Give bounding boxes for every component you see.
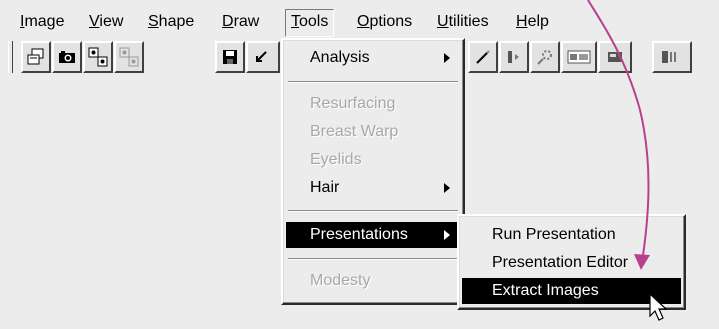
menu-item-resurfacing: Resurfacing xyxy=(310,95,396,112)
camera-button[interactable] xyxy=(52,41,82,73)
stamp-button[interactable] xyxy=(530,41,560,73)
split-view-button[interactable] xyxy=(499,41,529,73)
undo-button[interactable] xyxy=(246,41,280,73)
pen-icon xyxy=(476,50,490,64)
presentations-submenu: Run Presentation Presentation Editor Ext… xyxy=(457,214,686,310)
menu-item-hair[interactable]: Hair xyxy=(286,175,460,201)
toolbar-grip[interactable] xyxy=(8,41,13,73)
panel-button[interactable] xyxy=(652,41,692,73)
menu-options[interactable]: Options xyxy=(352,10,417,36)
menu-view[interactable]: View xyxy=(84,10,128,36)
menu-item-breast-warp: Breast Warp xyxy=(310,123,399,140)
menu-item-extract-images[interactable]: Extract Images xyxy=(462,278,681,304)
menu-help[interactable]: Help xyxy=(511,10,554,36)
menu-draw[interactable]: Draw xyxy=(217,10,264,36)
submenu-arrow-icon xyxy=(444,53,450,63)
stamp-icon xyxy=(537,50,552,65)
menu-bar: Image View Shape Draw Tools Options Util… xyxy=(0,0,719,38)
menu-separator xyxy=(288,210,458,212)
menu-separator xyxy=(288,81,458,83)
menu-utilities[interactable]: Utilities xyxy=(432,10,494,36)
menu-separator xyxy=(288,258,458,260)
text-label-icon xyxy=(567,50,591,64)
save-button[interactable] xyxy=(215,41,245,73)
menu-tools[interactable]: Tools xyxy=(285,9,335,37)
pen-button[interactable] xyxy=(468,41,498,73)
text-label-button[interactable] xyxy=(561,41,597,73)
window-icon xyxy=(27,48,44,65)
select-box-icon xyxy=(608,52,622,62)
window-button[interactable] xyxy=(21,41,51,73)
image-compare-disabled-icon xyxy=(119,47,139,67)
tools-menu: Analysis Resurfacing Breast Warp Eyelids… xyxy=(281,38,465,305)
menu-item-presentation-editor[interactable]: Presentation Editor xyxy=(462,250,681,276)
camera-icon xyxy=(59,51,75,63)
submenu-arrow-icon xyxy=(444,183,450,193)
menu-item-eyelids: Eyelids xyxy=(310,151,362,168)
menu-image[interactable]: Image xyxy=(15,10,69,36)
menu-item-modesty: Modesty xyxy=(310,272,371,289)
panel-icon xyxy=(662,51,676,63)
image-compare-icon xyxy=(88,47,108,67)
menu-item-analysis[interactable]: Analysis xyxy=(286,45,460,71)
submenu-arrow-icon xyxy=(444,230,450,240)
application-window: Image View Shape Draw Tools Options Util… xyxy=(0,0,719,329)
compare-disabled-button[interactable] xyxy=(114,41,144,73)
split-view-icon xyxy=(508,51,519,63)
compare-button[interactable] xyxy=(83,41,113,73)
undo-icon xyxy=(256,51,267,62)
menu-item-run-presentation[interactable]: Run Presentation xyxy=(462,222,681,248)
menu-shape[interactable]: Shape xyxy=(143,10,199,36)
select-box-button[interactable] xyxy=(598,41,632,73)
save-icon xyxy=(223,50,237,64)
menu-item-presentations[interactable]: Presentations xyxy=(286,222,460,248)
